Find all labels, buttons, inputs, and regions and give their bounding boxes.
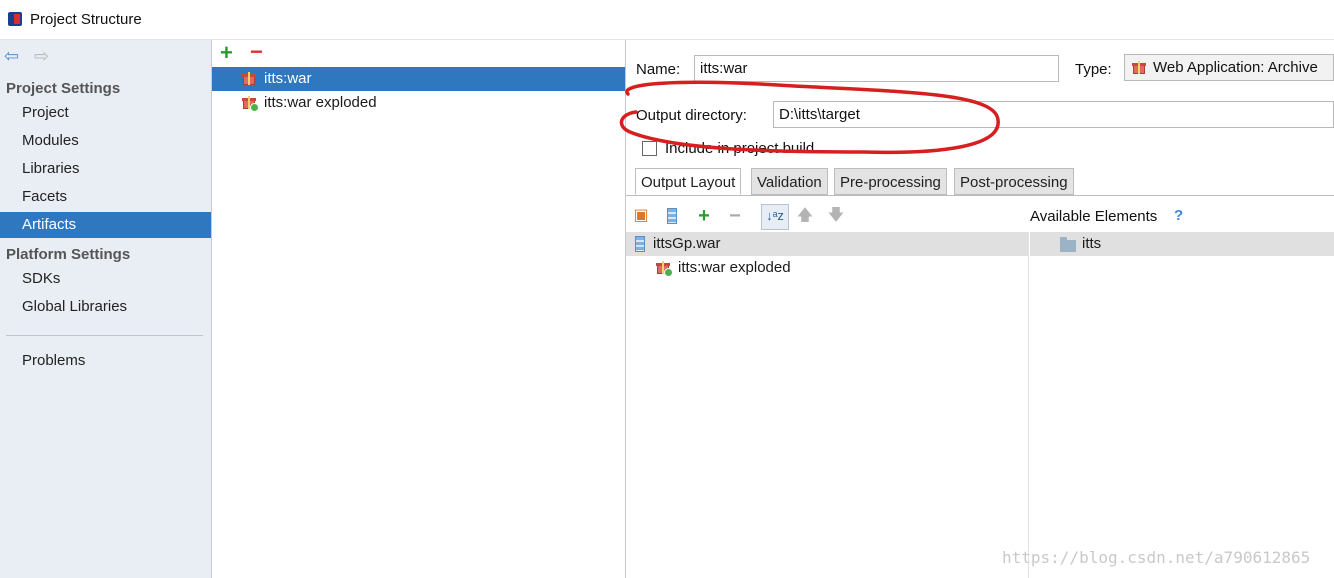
layout-tree-row-exploded[interactable]: itts:war exploded: [626, 256, 1028, 280]
available-root-label: itts: [1082, 235, 1102, 252]
sidebar-item-artifacts[interactable]: Artifacts: [0, 212, 211, 238]
sort-elements-icon[interactable]: ↓ᵃz: [761, 204, 789, 230]
type-value: Web Application: Archive: [1153, 59, 1318, 76]
tree-divider: [1028, 232, 1029, 578]
artifact-details-panel: Name: itts:war Type: Web Application: Ar…: [619, 40, 1334, 578]
add-element-icon[interactable]: +: [695, 206, 713, 226]
artifact-label: itts:war exploded: [264, 94, 377, 111]
help-icon[interactable]: ?: [1174, 207, 1183, 224]
name-label: Name:: [636, 61, 681, 78]
window-title: Project Structure: [30, 11, 142, 28]
add-artifact-button[interactable]: +: [220, 42, 233, 64]
artifact-row-itts-war[interactable]: itts:war: [212, 67, 625, 91]
settings-sidebar: ⇦ ⇨ Project Settings Project Modules Lib…: [0, 40, 212, 578]
layout-tree-row-war[interactable]: ittsGp.war: [626, 232, 1028, 256]
tab-validation[interactable]: Validation: [751, 168, 828, 195]
new-directory-icon[interactable]: ▣: [632, 207, 650, 225]
sidebar-item-sdks[interactable]: SDKs: [0, 266, 211, 292]
sidebar-divider: [6, 335, 203, 336]
sidebar-item-project[interactable]: Project: [0, 100, 211, 126]
artifact-label: itts:war: [264, 70, 312, 87]
layout-child-label: itts:war exploded: [678, 259, 791, 276]
name-input[interactable]: itts:war: [694, 55, 1059, 82]
web-archive-icon: [1132, 60, 1146, 74]
project-settings-heading: Project Settings: [6, 80, 121, 97]
type-label: Type:: [1075, 61, 1112, 78]
red-annotation-circle: [619, 80, 1000, 155]
type-select[interactable]: Web Application: Archive: [1124, 54, 1334, 81]
available-tree-row-itts[interactable]: itts: [1030, 232, 1334, 256]
remove-element-icon[interactable]: −: [726, 206, 744, 226]
sidebar-item-problems[interactable]: Problems: [0, 348, 211, 374]
artifact-list-panel: + − itts:war itts:war exploded: [212, 40, 626, 578]
forward-arrow-icon[interactable]: ⇨: [34, 46, 49, 67]
artifact-row-itts-war-exploded[interactable]: itts:war exploded: [212, 91, 625, 115]
sidebar-item-global-libraries[interactable]: Global Libraries: [0, 294, 211, 320]
back-arrow-icon[interactable]: ⇦: [4, 46, 19, 67]
layout-root-label: ittsGp.war: [653, 235, 721, 252]
tab-output-layout[interactable]: Output Layout: [635, 168, 742, 195]
war-artifact-icon: [242, 71, 256, 85]
watermark: https://blog.csdn.net/a790612865: [1002, 548, 1311, 567]
platform-settings-heading: Platform Settings: [6, 246, 131, 263]
remove-artifact-button[interactable]: −: [250, 41, 263, 63]
exploded-artifact-icon: [656, 260, 673, 277]
sidebar-item-facets[interactable]: Facets: [0, 184, 211, 210]
move-down-icon[interactable]: 🡇: [827, 207, 845, 225]
sidebar-item-libraries[interactable]: Libraries: [0, 156, 211, 182]
intellij-app-icon: [8, 12, 22, 26]
title-bar: Project Structure: [0, 0, 1334, 40]
tab-underline: [626, 195, 1334, 196]
sidebar-item-modules[interactable]: Modules: [0, 128, 211, 154]
tab-pre-processing[interactable]: Pre-processing: [834, 168, 947, 195]
move-up-icon[interactable]: 🡅: [796, 207, 814, 225]
exploded-artifact-icon: [242, 95, 259, 112]
tab-post-processing[interactable]: Post-processing: [954, 168, 1074, 195]
module-folder-icon: [1060, 237, 1076, 252]
available-elements-label: Available Elements: [1030, 208, 1158, 225]
war-file-icon: [635, 236, 645, 252]
archive-icon[interactable]: [663, 207, 681, 225]
